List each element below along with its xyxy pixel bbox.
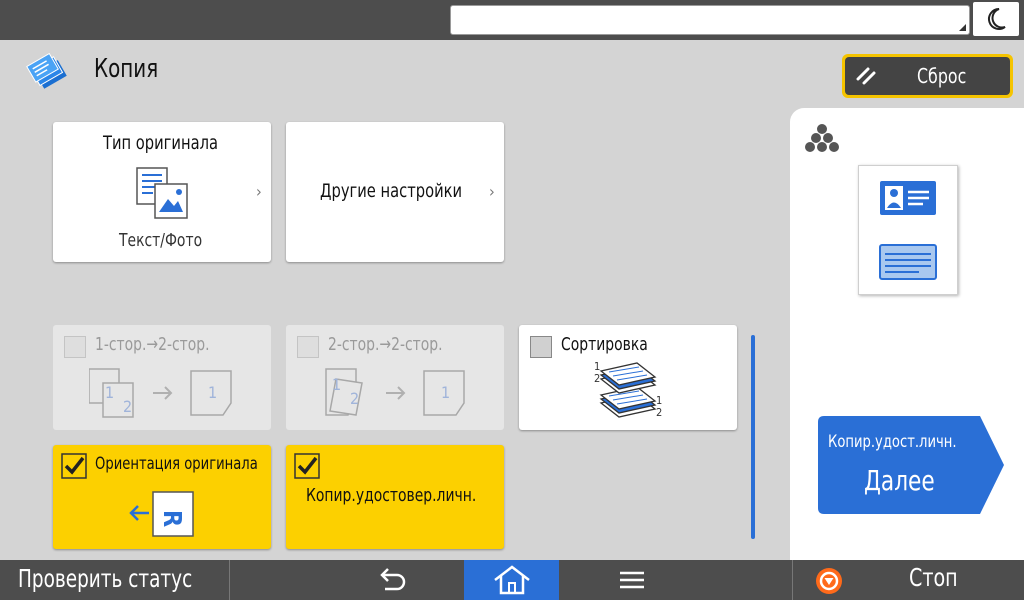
id-card-front-icon [880, 181, 936, 215]
original-type-tile[interactable]: Тип оригинала › Текст/Фото [53, 122, 271, 262]
check-status-label: Проверить статус [18, 564, 193, 593]
back-button[interactable] [368, 560, 416, 600]
resize-corner-icon [959, 24, 966, 31]
duplex-2-to-2-tile[interactable]: 2-стор.→2-стор. 1 2 1 [286, 325, 504, 430]
id-copy-label: Копир.удостовер.личн. [306, 485, 477, 506]
duplex-1-to-2-label: 1-стор.→2-стор. [95, 334, 210, 355]
page-title: Копия [94, 54, 159, 84]
menu-button[interactable] [608, 560, 656, 600]
page-2-glyph: 2 [350, 389, 360, 408]
page-1-glyph: 1 [208, 383, 218, 402]
sort-label: Сортировка [561, 334, 648, 355]
chevron-right-icon: › [489, 182, 495, 201]
stop-label: Стоп [909, 563, 958, 592]
page-2-glyph: 2 [123, 397, 133, 416]
home-button[interactable] [464, 560, 559, 600]
sort-tile[interactable]: Сортировка 1 2 1 2 [519, 325, 737, 430]
night-mode-button[interactable] [973, 2, 1019, 36]
back-arrow-icon [380, 568, 406, 591]
check-status-button[interactable]: Проверить статус [0, 560, 230, 600]
preview-page [858, 165, 958, 295]
page-1-glyph: 1 [594, 360, 601, 373]
id-copy-checkbox[interactable] [294, 453, 320, 479]
menu-icon [620, 571, 644, 589]
page-1-glyph: 1 [656, 394, 663, 407]
next-button-label: Далее [864, 464, 935, 497]
page-1-glyph: 1 [105, 383, 115, 402]
duplex-2-to-2-label: 2-стор.→2-стор. [328, 334, 443, 355]
copy-app-icon [26, 52, 67, 89]
sort-stack-icon [599, 362, 657, 418]
stop-icon [816, 568, 842, 594]
moon-icon [988, 8, 1006, 30]
color-mode-icon [805, 124, 839, 152]
other-settings-tile[interactable]: Другие настройки › [286, 122, 504, 262]
orientation-letter-glyph: R [158, 509, 188, 528]
reset-icon [856, 67, 876, 85]
sort-checkbox[interactable] [530, 336, 552, 358]
page-2-glyph: 2 [656, 406, 663, 419]
original-type-title: Тип оригинала [103, 132, 218, 154]
original-type-value: Текст/Фото [119, 230, 203, 251]
duplex-1-to-2-tile[interactable]: 1-стор.→2-стор. 1 2 1 [53, 325, 271, 430]
orientation-checkbox[interactable] [61, 453, 87, 479]
scrollbar[interactable] [751, 335, 755, 539]
chevron-right-icon: › [256, 182, 262, 201]
page-1-glyph: 1 [441, 383, 451, 402]
page-1-glyph: 1 [332, 375, 342, 394]
other-settings-title: Другие настройки [320, 180, 463, 202]
orientation-label: Ориентация оригинала [95, 454, 258, 474]
stop-button[interactable]: Стоп [792, 560, 1024, 600]
duplex-1-to-2-checkbox[interactable] [64, 336, 86, 358]
next-button[interactable]: Копир.удост.личн. Далее [818, 416, 1004, 514]
page-2-glyph: 2 [594, 372, 601, 385]
message-field[interactable] [450, 5, 970, 35]
text-photo-icon [136, 167, 188, 219]
next-button-title: Копир.удост.личн. [828, 432, 957, 452]
home-icon [493, 565, 530, 595]
duplex-2-to-2-checkbox[interactable] [297, 336, 319, 358]
id-card-back-icon [879, 244, 937, 280]
original-orientation-tile[interactable]: Ориентация оригинала R [53, 445, 271, 549]
reset-label: Сброс [917, 64, 967, 88]
reset-button[interactable]: Сброс [842, 54, 1013, 98]
id-card-copy-tile[interactable]: Копир.удостовер.личн. [286, 445, 504, 549]
bottom-bar: Проверить статус Стоп [0, 560, 1024, 600]
top-bar [0, 0, 1024, 40]
